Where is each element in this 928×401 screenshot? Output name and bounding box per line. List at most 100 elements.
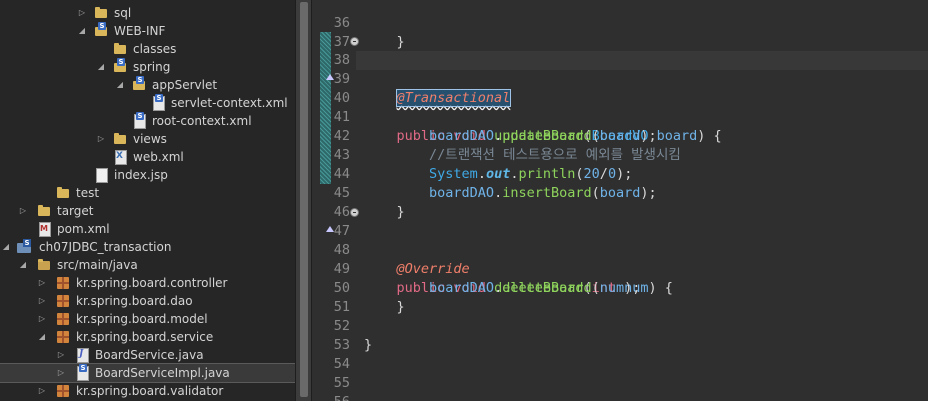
fold-collapse-icon[interactable] <box>350 208 359 217</box>
tree-item-label: spring <box>133 60 171 74</box>
tree-item-web-inf[interactable]: ◢ WEB-INF <box>0 22 295 40</box>
package-icon <box>56 312 70 326</box>
tree-item-index-jsp[interactable]: index.jsp <box>0 166 295 184</box>
tree-item-classes[interactable]: classes <box>0 40 295 58</box>
tree-item-label: WEB-INF <box>114 24 166 38</box>
tree-item-src-main-java[interactable]: ◢ src/main/java <box>0 256 295 274</box>
java-interface-icon <box>75 348 89 363</box>
tree-item-label: sql <box>114 6 132 20</box>
code-line: 51 <box>312 279 928 315</box>
tree-item-label: ch07JDBC_transaction <box>39 240 172 254</box>
tree-item-label: web.xml <box>133 150 184 164</box>
code-line: 37 <box>312 14 928 50</box>
spring-folder-icon <box>132 76 146 92</box>
tree-item-pom-xml[interactable]: pom.xml <box>0 220 295 238</box>
code-editor[interactable]: 36 } 37 38 @Override 39 @Transactional 4… <box>312 0 928 401</box>
code-line: 53 <box>312 317 928 353</box>
code-line: 41 boardDAO.updateBoard(board); <box>312 89 928 144</box>
spring-xml-icon <box>132 112 146 129</box>
folder-icon <box>37 204 51 218</box>
tree-item-package-validator[interactable]: ▷ kr.spring.board.validator <box>0 382 295 400</box>
spring-folder-icon <box>113 58 127 74</box>
project-explorer: ▷ sql ◢ WEB-INF classes ◢ spring ◢ appSe… <box>0 0 295 401</box>
tree-item-servlet-context[interactable]: servlet-context.xml <box>0 94 295 112</box>
package-icon <box>56 384 70 398</box>
expand-arrow-icon[interactable]: ▷ <box>56 346 66 364</box>
expand-arrow-icon[interactable]: ▷ <box>96 130 106 148</box>
code-line: 42 //트랜잭션 테스트용으로 예외를 발생시킴 <box>312 108 928 163</box>
tree-item-label: kr.spring.board.validator <box>76 384 224 398</box>
code-line: 50 } <box>312 260 928 315</box>
tree-item-label: appServlet <box>152 78 218 92</box>
tree-item-web-xml[interactable]: web.xml <box>0 148 295 166</box>
tree-item-label: BoardServiceImpl.java <box>95 366 230 380</box>
tree-item-label: index.jsp <box>114 168 168 182</box>
scrollbar-thumb[interactable] <box>300 2 308 397</box>
line-number: 56 <box>312 393 350 401</box>
tree-item-label: servlet-context.xml <box>171 96 288 110</box>
tree-item-label: root-context.xml <box>152 114 252 128</box>
expand-arrow-icon[interactable]: ▷ <box>37 310 47 328</box>
expand-arrow-icon[interactable]: ▷ <box>77 4 87 22</box>
folder-icon <box>113 42 127 56</box>
tree-item-package-model[interactable]: ▷ kr.spring.board.model <box>0 310 295 328</box>
tree-item-sql[interactable]: ▷ sql <box>0 4 295 22</box>
spring-project-icon <box>17 239 31 254</box>
tree-item-label: BoardService.java <box>95 348 204 362</box>
source-folder-icon <box>37 258 51 272</box>
tree-item-root-context[interactable]: root-context.xml <box>0 112 295 130</box>
package-icon <box>56 294 70 308</box>
override-marker-icon[interactable] <box>326 226 334 232</box>
tree-item-views[interactable]: ▷ views <box>0 130 295 148</box>
collapse-arrow-icon[interactable]: ◢ <box>1 238 11 256</box>
jsp-file-icon <box>94 168 108 183</box>
fold-collapse-icon[interactable] <box>350 37 359 46</box>
tree-item-label: kr.spring.board.controller <box>76 276 228 290</box>
tree-item-test[interactable]: test <box>0 184 295 202</box>
tree-item-label: test <box>76 186 100 200</box>
collapse-arrow-icon[interactable]: ◢ <box>37 328 47 346</box>
collapse-arrow-icon[interactable]: ◢ <box>96 58 106 76</box>
tree-item-board-service-impl[interactable]: ▷ BoardServiceImpl.java <box>0 363 295 383</box>
package-icon <box>56 276 70 290</box>
folder-icon <box>113 132 127 146</box>
package-icon <box>56 330 70 344</box>
tree-item-package-controller[interactable]: ▷ kr.spring.board.controller <box>0 274 295 292</box>
expand-arrow-icon[interactable]: ▷ <box>37 382 47 400</box>
code-line: 55 <box>312 355 928 391</box>
maven-file-icon <box>37 222 51 237</box>
expand-arrow-icon[interactable]: ▷ <box>37 274 47 292</box>
code-line: 45 } <box>312 165 928 220</box>
collapse-arrow-icon[interactable]: ◢ <box>115 76 125 94</box>
code-line: 46 <box>312 184 928 220</box>
code-line: 56 <box>312 374 928 401</box>
code-line: 36 } <box>312 0 928 50</box>
tree-item-target[interactable]: ▷ target <box>0 202 295 220</box>
tree-item-project[interactable]: ◢ ch07JDBC_transaction <box>0 238 295 256</box>
expand-arrow-icon[interactable]: ▷ <box>37 292 47 310</box>
tree-item-board-service[interactable]: ▷ BoardService.java <box>0 346 295 364</box>
tree-item-label: target <box>57 204 94 218</box>
code-line: 48 public void deleteBoard(int num) { <box>312 222 928 296</box>
tree-item-spring[interactable]: ◢ spring <box>0 58 295 76</box>
override-marker-icon[interactable] <box>326 74 334 80</box>
code-line: 38 @Override <box>312 32 928 106</box>
tree-item-appservlet[interactable]: ◢ appServlet <box>0 76 295 94</box>
code-line: 52 } <box>312 298 928 353</box>
code-line: 40 public void updateBoard(BoardVO board… <box>312 70 928 144</box>
expand-arrow-icon[interactable]: ▷ <box>56 364 66 382</box>
tree-item-label: kr.spring.board.model <box>76 312 208 326</box>
code-line: 47 @Override <box>312 203 928 277</box>
tree-item-package-service[interactable]: ◢ kr.spring.board.service <box>0 328 295 346</box>
expand-arrow-icon[interactable]: ▷ <box>18 202 28 220</box>
collapse-arrow-icon[interactable]: ◢ <box>77 22 87 40</box>
collapse-arrow-icon[interactable]: ◢ <box>18 256 28 274</box>
code-line: 43 System.out.println(20/0); <box>312 127 928 182</box>
tree-item-label: pom.xml <box>57 222 110 236</box>
explorer-scrollbar[interactable] <box>295 0 312 401</box>
tree-item-label: views <box>133 132 167 146</box>
code-line-current: 39 @Transactional <box>312 51 928 107</box>
tree-item-package-dao[interactable]: ▷ kr.spring.board.dao <box>0 292 295 310</box>
folder-icon <box>94 6 108 20</box>
spring-xml-icon <box>151 94 165 111</box>
